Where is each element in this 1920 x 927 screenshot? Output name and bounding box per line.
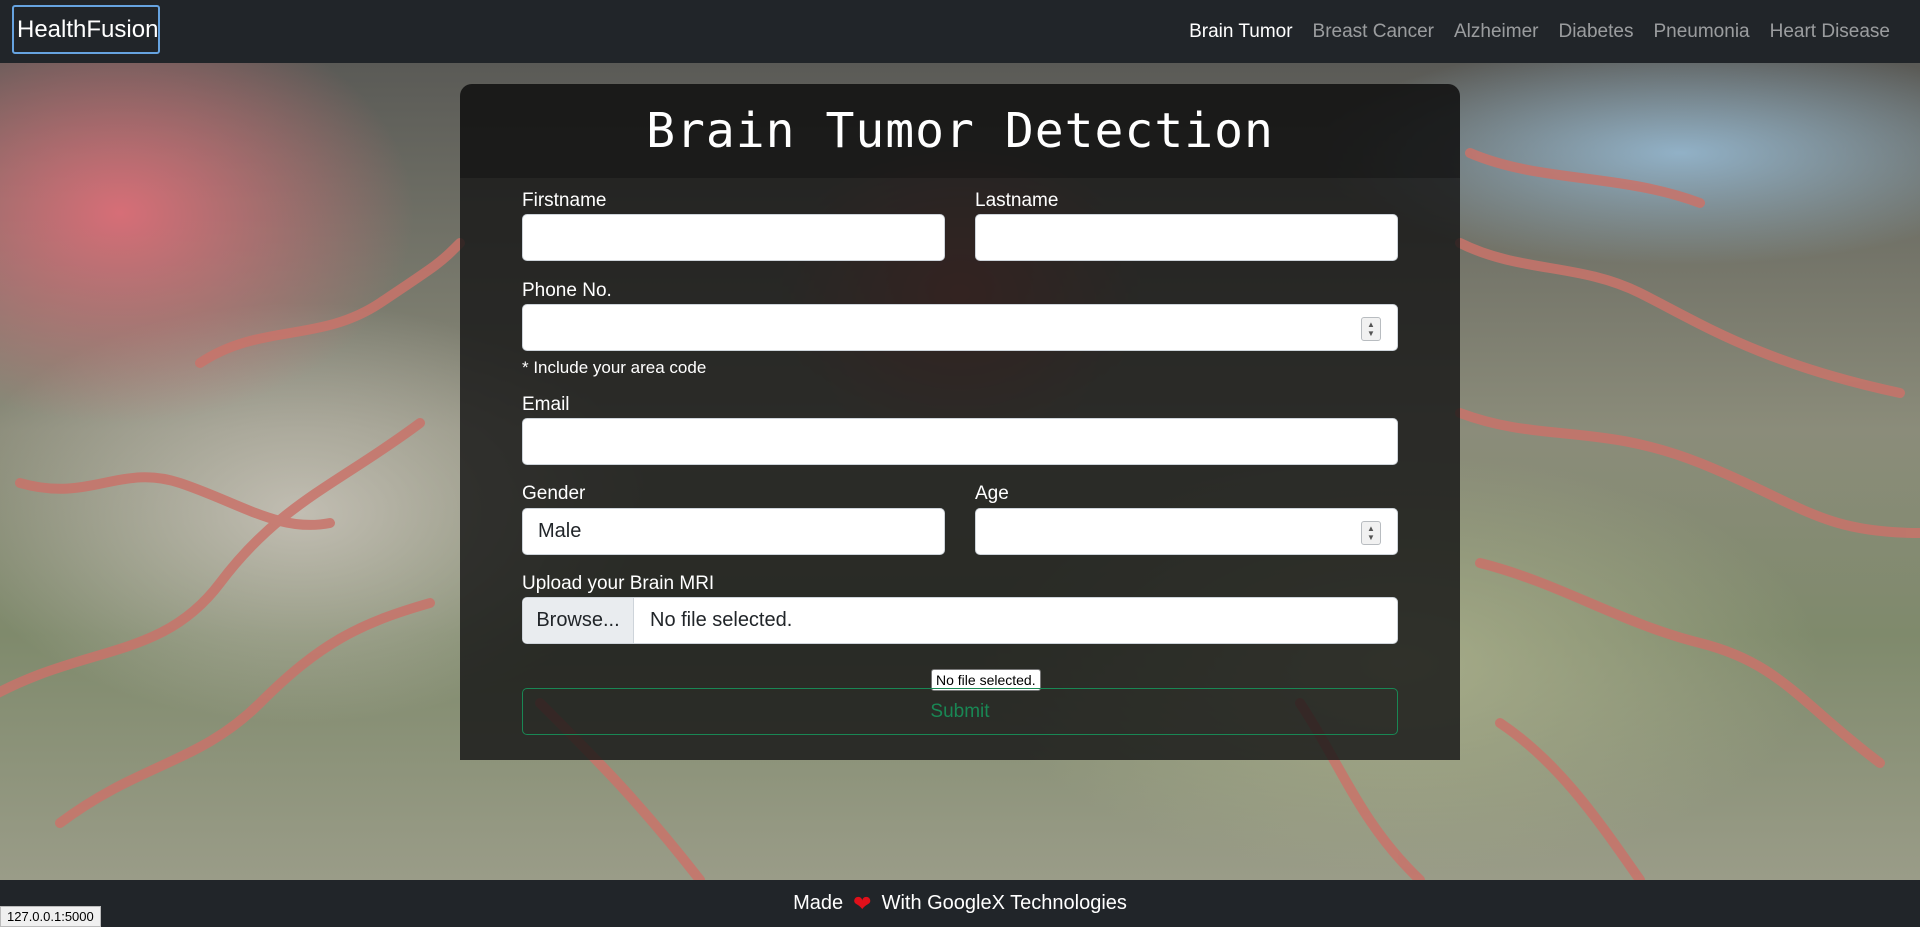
gender-select[interactable]: Male [522,508,945,555]
nav-link-alzheimer[interactable]: Alzheimer [1444,21,1548,43]
top-navbar: HealthFusion Brain Tumor Breast Cancer A… [0,0,1920,63]
firstname-label: Firstname [522,190,607,211]
phone-help-text: * Include your area code [522,358,707,377]
submit-button[interactable]: Submit [522,688,1398,735]
age-spinner-icon[interactable]: ▲ ▼ [1361,521,1381,545]
file-upload-input[interactable]: Browse... No file selected. [522,597,1398,644]
nav-link-diabetes[interactable]: Diabetes [1548,21,1643,43]
nav-link-breast-cancer[interactable]: Breast Cancer [1303,21,1444,43]
footer-made-text: Made [793,892,844,914]
card-header: Brain Tumor Detection [460,84,1460,178]
email-label: Email [522,394,570,415]
footer: Made ❤ With GoogleX Technologies [0,880,1920,927]
nav-links: Brain Tumor Breast Cancer Alzheimer Diab… [1179,0,1900,63]
phone-label: Phone No. [522,280,612,301]
phone-spinner-icon[interactable]: ▲ ▼ [1361,317,1381,341]
brand-link[interactable]: HealthFusion [12,5,160,54]
gender-label: Gender [522,483,586,504]
phone-input[interactable]: ▲ ▼ [522,304,1398,351]
nav-link-heart-disease[interactable]: Heart Disease [1760,21,1900,43]
age-input[interactable]: ▲ ▼ [975,508,1398,555]
nav-link-pneumonia[interactable]: Pneumonia [1643,21,1759,43]
heart-icon: ❤ [853,890,872,916]
email-input[interactable] [522,418,1398,465]
footer-with-text: With GoogleX Technologies [881,892,1127,914]
lastname-input[interactable] [975,214,1398,261]
lastname-label: Lastname [975,190,1059,211]
file-status-text: No file selected. [650,609,793,631]
nav-link-brain-tumor[interactable]: Brain Tumor [1179,21,1302,43]
firstname-input[interactable] [522,214,945,261]
page-title: Brain Tumor Detection [646,103,1274,159]
age-label: Age [975,483,1009,504]
upload-label: Upload your Brain MRI [522,573,715,594]
browse-button[interactable]: Browse... [523,598,634,643]
status-bar-url: 127.0.0.1:5000 [0,906,101,927]
